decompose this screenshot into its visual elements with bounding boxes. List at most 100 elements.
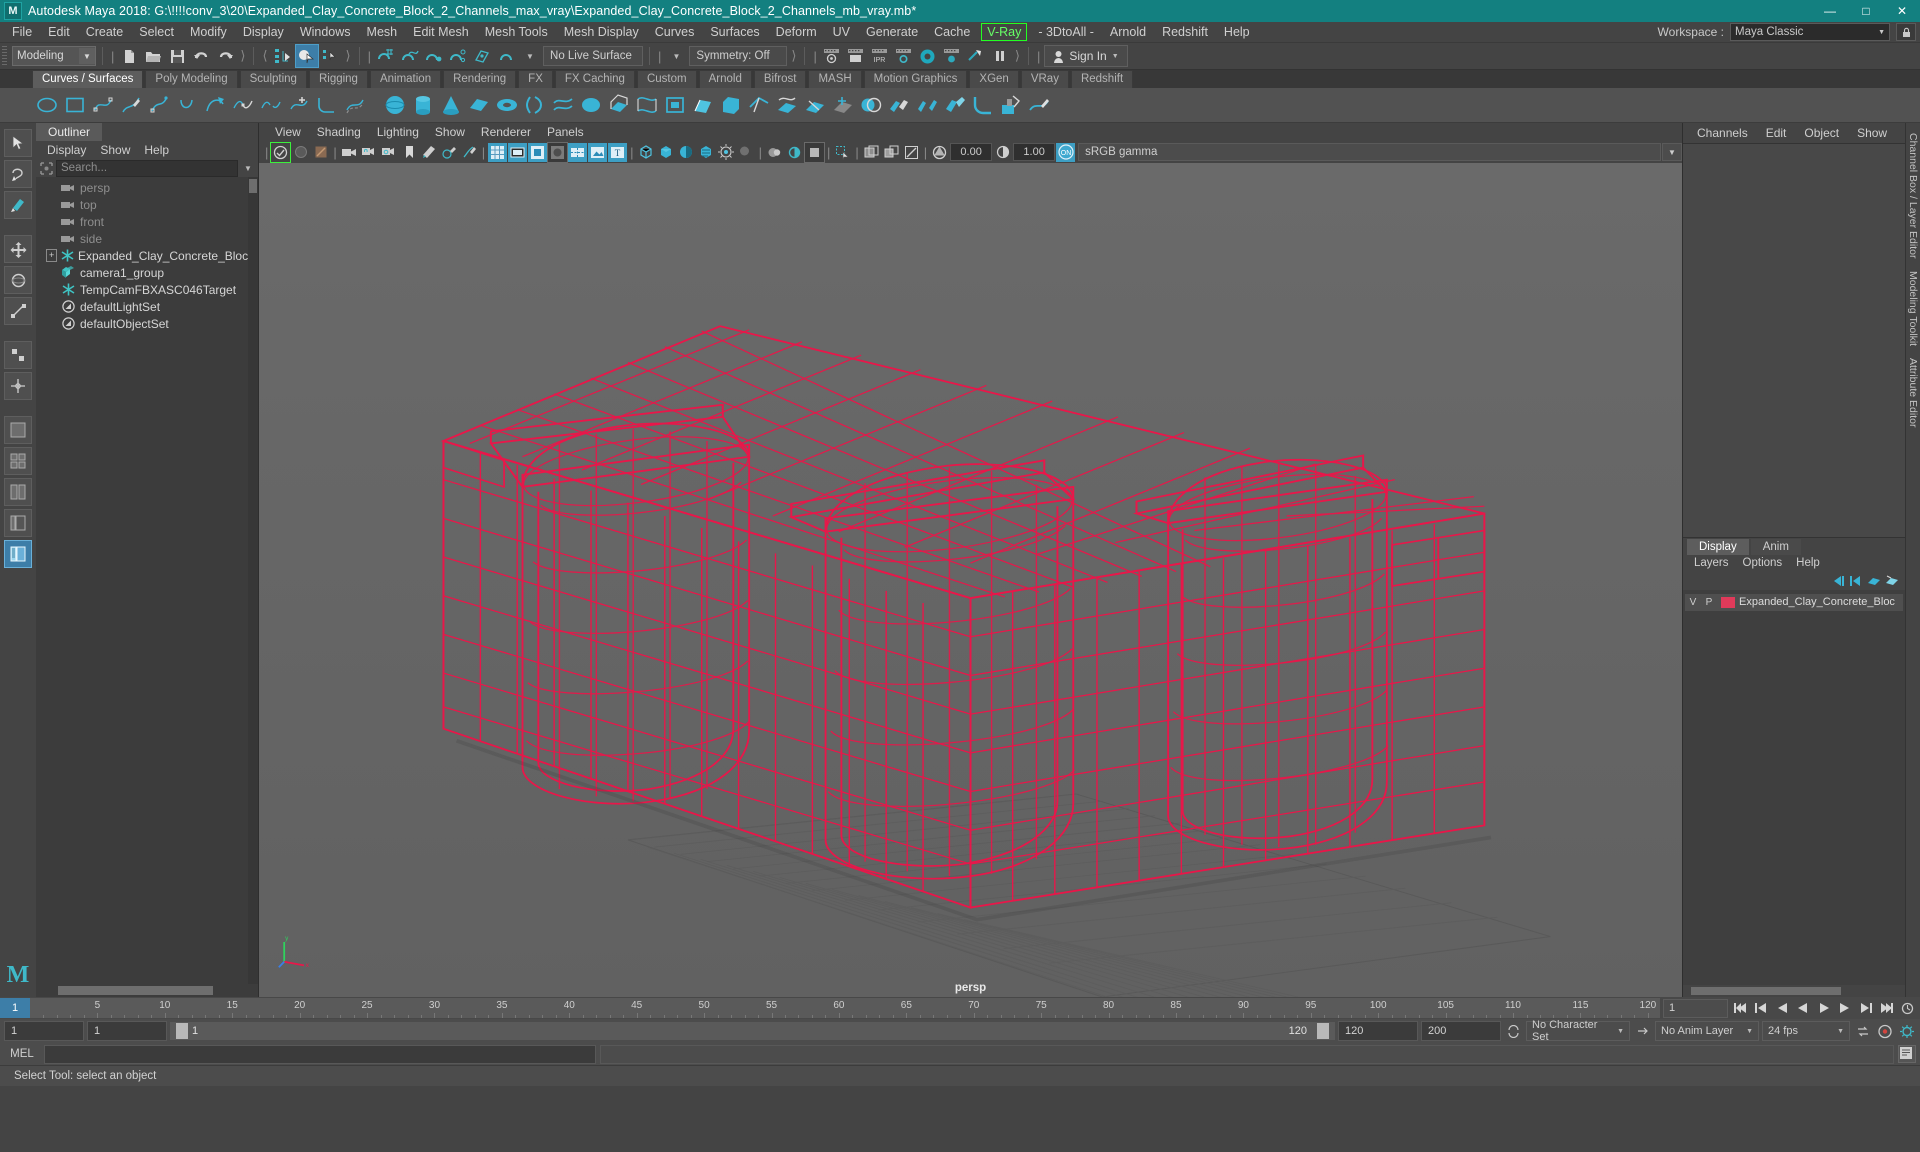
step-back-frame-button[interactable]: [1772, 999, 1791, 1018]
shelf-tab-curves-surfaces[interactable]: Curves / Surfaces: [32, 70, 144, 88]
surface-fillet-icon[interactable]: [970, 92, 996, 118]
menu-mesh-tools[interactable]: Mesh Tools: [477, 22, 556, 42]
revolve-icon[interactable]: [522, 92, 548, 118]
square-surface-icon[interactable]: [690, 92, 716, 118]
detach-curve-icon[interactable]: [258, 92, 284, 118]
select-component-icon[interactable]: [320, 45, 342, 67]
viewport-menu-shading[interactable]: Shading: [309, 123, 369, 141]
symmetry-field[interactable]: Symmetry: Off: [689, 46, 788, 66]
viewport-menu-panels[interactable]: Panels: [539, 123, 592, 141]
vray-progressive-icon[interactable]: [965, 45, 987, 67]
playback-loop-icon[interactable]: [1504, 1022, 1523, 1041]
arc-curve-icon[interactable]: [202, 92, 228, 118]
go-to-end-button[interactable]: [1877, 999, 1896, 1018]
outliner-item-top[interactable]: top: [36, 196, 258, 213]
surface-editor-icon[interactable]: [1026, 92, 1052, 118]
add-point-icon[interactable]: [286, 92, 312, 118]
dock-attribute-editor[interactable]: Attribute Editor: [1907, 358, 1919, 427]
bevel-icon[interactable]: [718, 92, 744, 118]
safe-title-icon[interactable]: T: [608, 142, 628, 162]
toolbar-grip[interactable]: [2, 46, 7, 66]
untrim-icon[interactable]: [830, 92, 856, 118]
textured-icon[interactable]: [697, 143, 716, 162]
layer-visibility-toggle[interactable]: V: [1685, 597, 1701, 608]
ipr-render-icon[interactable]: IPR: [869, 45, 891, 67]
cv-curve-icon[interactable]: [90, 92, 116, 118]
menu-curves[interactable]: Curves: [647, 22, 703, 42]
shelf-tab-animation[interactable]: Animation: [369, 70, 442, 88]
viewport-3d-canvas[interactable]: y x persp: [259, 163, 1682, 997]
layer-tab-display[interactable]: Display: [1687, 538, 1749, 555]
new-scene-icon[interactable]: [118, 45, 140, 67]
layer-menu-options[interactable]: Options: [1736, 555, 1790, 572]
outliner-menu-show[interactable]: Show: [93, 141, 137, 159]
snap-curve-icon[interactable]: [399, 45, 421, 67]
offset-curve-icon[interactable]: [342, 92, 368, 118]
menu-mesh-display[interactable]: Mesh Display: [556, 22, 647, 42]
sign-in-button[interactable]: Sign In ▼: [1044, 45, 1128, 67]
boundary-icon[interactable]: [662, 92, 688, 118]
go-to-start-button[interactable]: [1730, 999, 1749, 1018]
tab-channels[interactable]: Channels: [1689, 124, 1756, 142]
symmetry-dropdown-arrow[interactable]: ▼: [665, 45, 687, 67]
sphere-surface-icon[interactable]: [382, 92, 408, 118]
viewport-menu-renderer[interactable]: Renderer: [473, 123, 539, 141]
outliner-item-tempcam[interactable]: TempCamFBXASC046Target: [36, 281, 258, 298]
two-pane-layout[interactable]: [4, 478, 32, 506]
menu-deform[interactable]: Deform: [768, 22, 825, 42]
viewport-menu-view[interactable]: View: [267, 123, 309, 141]
redo-icon[interactable]: [214, 45, 236, 67]
outliner-item-list[interactable]: persp top front side + Expanded_Clay_Con…: [36, 177, 258, 984]
make-live-icon[interactable]: [495, 45, 517, 67]
menu-generate[interactable]: Generate: [858, 22, 926, 42]
extrude-icon[interactable]: [606, 92, 632, 118]
shelf-tab-fx[interactable]: FX: [518, 70, 553, 88]
minimize-button[interactable]: —: [1812, 0, 1848, 22]
exposure-value[interactable]: 0.00: [950, 143, 993, 161]
step-forward-frame-button[interactable]: [1835, 999, 1854, 1018]
scale-tool[interactable]: [4, 297, 32, 325]
exposure-icon[interactable]: [930, 143, 949, 162]
menu-edit-mesh[interactable]: Edit Mesh: [405, 22, 477, 42]
outliner-tab[interactable]: Outliner: [36, 123, 103, 141]
xray-joints-icon[interactable]: [882, 143, 901, 162]
shelf-tab-motion-graphics[interactable]: Motion Graphics: [863, 70, 968, 88]
outliner-item-persp[interactable]: persp: [36, 179, 258, 196]
anim-start-field[interactable]: 1: [87, 1021, 167, 1041]
two-d-pan-zoom-icon[interactable]: [420, 143, 439, 162]
resolution-gate-icon[interactable]: [528, 142, 548, 162]
animation-preferences-button[interactable]: [1897, 1022, 1916, 1041]
xray-icon[interactable]: [862, 143, 881, 162]
menu-arnold[interactable]: Arnold: [1102, 22, 1154, 42]
range-start-field[interactable]: 1: [4, 1021, 84, 1041]
attach-curve-icon[interactable]: [230, 92, 256, 118]
gamma-value[interactable]: 1.00: [1013, 143, 1056, 161]
expand-toggle-icon[interactable]: +: [46, 249, 58, 262]
viewport-menu-show[interactable]: Show: [427, 123, 473, 141]
square-curve-icon[interactable]: [62, 92, 88, 118]
pause-icon[interactable]: [989, 45, 1011, 67]
menu-mesh[interactable]: Mesh: [359, 22, 406, 42]
safe-action-icon[interactable]: [588, 142, 608, 162]
outliner-menu-display[interactable]: Display: [40, 141, 93, 159]
snap-projected-center-icon[interactable]: [447, 45, 469, 67]
outliner-persp-layout[interactable]: [4, 540, 32, 568]
range-slider[interactable]: 1 120: [170, 1022, 1335, 1040]
script-editor-icon[interactable]: [1898, 1045, 1916, 1063]
menu-help[interactable]: Help: [1216, 22, 1258, 42]
move-layer-up-icon[interactable]: [1831, 575, 1845, 587]
menu-windows[interactable]: Windows: [292, 22, 359, 42]
snap-view-plane-icon[interactable]: [471, 45, 493, 67]
menu-redshift[interactable]: Redshift: [1154, 22, 1216, 42]
viewport-menu-lighting[interactable]: Lighting: [369, 123, 427, 141]
outliner-item-front[interactable]: front: [36, 213, 258, 230]
step-back-key-button[interactable]: [1751, 999, 1770, 1018]
lock-icon[interactable]: [1896, 23, 1916, 41]
move-tool[interactable]: [4, 235, 32, 263]
sculpt-geometry-icon[interactable]: [998, 92, 1024, 118]
bookmark-icon[interactable]: [400, 143, 419, 162]
cylinder-surface-icon[interactable]: [410, 92, 436, 118]
menu-cache[interactable]: Cache: [926, 22, 978, 42]
use-all-lights-icon[interactable]: [717, 143, 736, 162]
layer-row[interactable]: V P Expanded_Clay_Concrete_Bloc: [1685, 593, 1903, 611]
